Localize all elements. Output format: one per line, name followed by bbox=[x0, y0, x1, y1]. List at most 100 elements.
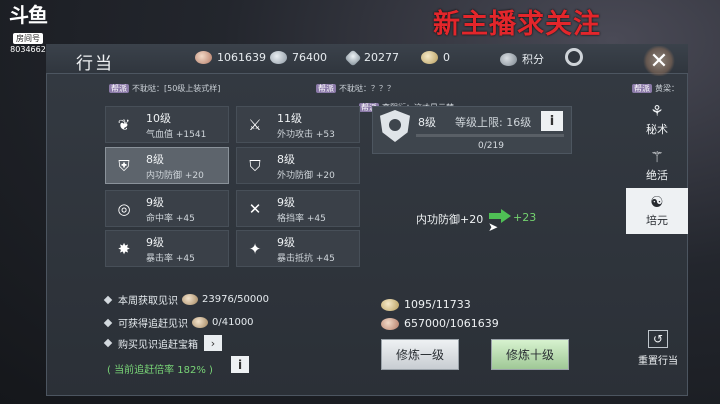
cost-row-2: 657000/1061639 bbox=[381, 317, 499, 330]
cost-row-1: 1095/11733 bbox=[381, 298, 471, 311]
stat-level: 9级 bbox=[277, 196, 295, 209]
bullet-icon bbox=[103, 318, 113, 327]
cursor-icon: ➤ bbox=[488, 220, 499, 234]
resource-score[interactable]: 积分 bbox=[500, 51, 544, 67]
cross-swords-icon: ✕ bbox=[248, 200, 262, 218]
stat-level: 9级 bbox=[146, 236, 164, 249]
catchup-value: 0/41000 bbox=[212, 317, 254, 328]
score-icon bbox=[500, 52, 517, 66]
weekly-insight-row: 本周获取见识 23976/50000 bbox=[103, 292, 269, 307]
tab-label: 秘术 bbox=[646, 123, 668, 136]
buy-box-row: 购买见识追赶宝箱 › bbox=[103, 335, 222, 351]
chat-tag: 帮派 bbox=[316, 84, 336, 93]
progress-text: 0/219 bbox=[478, 141, 504, 151]
settings-gear-icon[interactable] bbox=[565, 48, 583, 66]
page-title: 行当 bbox=[76, 54, 114, 74]
buy-label: 购买见识追赶宝箱 bbox=[118, 339, 198, 351]
progress-bar bbox=[416, 134, 564, 137]
promo-text: 新主播求关注 bbox=[433, 9, 601, 40]
resource-coin: 1061639 bbox=[195, 51, 266, 64]
stat-attr: 外功防御 +20 bbox=[277, 171, 335, 181]
heart-hands-icon: ❦ bbox=[117, 116, 131, 134]
spark-icon bbox=[344, 49, 362, 66]
resource-bag: 0 bbox=[421, 51, 450, 64]
chevron-right-icon[interactable]: › bbox=[204, 335, 222, 351]
blade-icon: ⚚ bbox=[650, 148, 664, 166]
chat-tag: 帮派 bbox=[109, 84, 129, 93]
train-ten-button[interactable]: 修炼十级 bbox=[491, 339, 569, 370]
resource-silver: 76400 bbox=[270, 51, 327, 64]
resource-value: 1061639 bbox=[217, 51, 266, 64]
close-icon: ✕ bbox=[649, 48, 669, 74]
bullet-icon bbox=[103, 338, 113, 348]
stream-logo: 斗鱼 房间号 8034662 bbox=[6, 4, 50, 54]
resource-value: 0 bbox=[443, 51, 450, 64]
stat-attr: 暴击抵抗 +45 bbox=[277, 254, 335, 264]
room-number: 8034662 bbox=[10, 45, 46, 54]
stat-level: 8级 bbox=[146, 153, 164, 166]
stat-card-outer-attack[interactable]: ⚔ 11级 外功攻击 +53 bbox=[236, 106, 360, 143]
resource-value: 20277 bbox=[364, 51, 399, 64]
sword-icon: ⚔ bbox=[248, 116, 262, 134]
tab-special-skill[interactable]: ⚚ 绝活 bbox=[626, 143, 688, 189]
chat-line: 帮派 不耽哒：？？？ bbox=[316, 83, 395, 94]
catchup-ratio: ( 当前追赶倍率 182% ) bbox=[107, 365, 213, 376]
tab-cultivate[interactable]: ☯ 培元 bbox=[626, 188, 688, 234]
stat-card-crit-resist[interactable]: ✦ 9级 暴击抵抗 +45 bbox=[236, 230, 360, 267]
insight-icon bbox=[381, 298, 399, 311]
detail-cap: 等级上限: 16级 bbox=[455, 116, 532, 129]
cost-value: 657000/1061639 bbox=[404, 317, 499, 330]
chat-line: 帮派 不耽哒：[50级上装式样] bbox=[109, 83, 220, 94]
close-button[interactable]: ✕ bbox=[636, 44, 682, 78]
info-button[interactable]: i bbox=[541, 111, 563, 131]
tab-label: 绝活 bbox=[646, 169, 668, 182]
silver-icon bbox=[270, 51, 287, 64]
weekly-label: 本周获取见识 bbox=[118, 296, 178, 307]
tab-secret-art[interactable]: ⚘ 秘术 bbox=[626, 97, 688, 143]
stat-attr: 格挡率 +45 bbox=[277, 214, 326, 224]
stat-card-hit[interactable]: ◎ 9级 命中率 +45 bbox=[105, 190, 229, 227]
bag-icon bbox=[421, 51, 438, 64]
next-bonus: +23 bbox=[513, 211, 537, 224]
train-one-button[interactable]: 修炼一级 bbox=[381, 339, 459, 370]
room-label: 房间号 bbox=[13, 33, 43, 44]
stream-logo-text: 斗鱼 bbox=[9, 3, 48, 27]
chat-line: 帮派 黄梁： bbox=[632, 83, 679, 94]
stat-card-outer-defense[interactable]: ⛉ 8级 外功防御 +20 bbox=[236, 147, 360, 184]
insight-icon bbox=[182, 294, 198, 305]
stat-attr: 外功攻击 +53 bbox=[277, 130, 335, 140]
resource-spark: 20277 bbox=[344, 49, 399, 66]
reset-icon: ↺ bbox=[648, 330, 668, 348]
reset-button[interactable]: ↺ 重置行当 bbox=[630, 330, 686, 367]
chat-text: 黄梁： bbox=[655, 84, 679, 93]
bullet-icon bbox=[103, 295, 113, 304]
coin-icon bbox=[195, 51, 212, 64]
target-icon: ◎ bbox=[117, 200, 131, 218]
resist-icon: ✦ bbox=[248, 240, 262, 258]
chat-tag: 帮派 bbox=[632, 84, 652, 93]
stat-card-hp[interactable]: ❦ 10级 气血值 +1541 bbox=[105, 106, 229, 143]
catchup-label: 可获得追赶见识 bbox=[118, 319, 188, 330]
insight-icon bbox=[192, 317, 208, 328]
stat-card-inner-defense[interactable]: ⛨ 8级 内功防御 +20 bbox=[105, 147, 229, 184]
shield-icon: ⛨ bbox=[118, 157, 130, 175]
stat-card-crit[interactable]: ✸ 9级 暴击率 +45 bbox=[105, 230, 229, 267]
tab-label: 培元 bbox=[646, 214, 668, 227]
guard-icon: ⛉ bbox=[249, 157, 261, 175]
resource-value: 积分 bbox=[522, 53, 544, 66]
cultivate-icon: ☯ bbox=[650, 193, 664, 211]
current-bonus: 内功防御+20 bbox=[416, 213, 484, 226]
stat-card-block[interactable]: ✕ 9级 格挡率 +45 bbox=[236, 190, 360, 227]
resource-value: 76400 bbox=[292, 51, 327, 64]
stat-attr: 内功防御 +20 bbox=[146, 171, 204, 181]
stat-attr: 暴击率 +45 bbox=[146, 254, 195, 264]
coin-icon bbox=[381, 317, 399, 330]
detail-level: 8级 bbox=[418, 116, 436, 129]
stat-level: 11级 bbox=[277, 112, 302, 125]
reset-label: 重置行当 bbox=[638, 356, 678, 367]
chat-text: 不耽哒：？？？ bbox=[339, 84, 395, 93]
cost-value: 1095/11733 bbox=[404, 298, 471, 311]
stat-level: 9级 bbox=[277, 236, 295, 249]
stat-attr: 命中率 +45 bbox=[146, 214, 195, 224]
ratio-info-button[interactable]: i bbox=[231, 356, 249, 373]
